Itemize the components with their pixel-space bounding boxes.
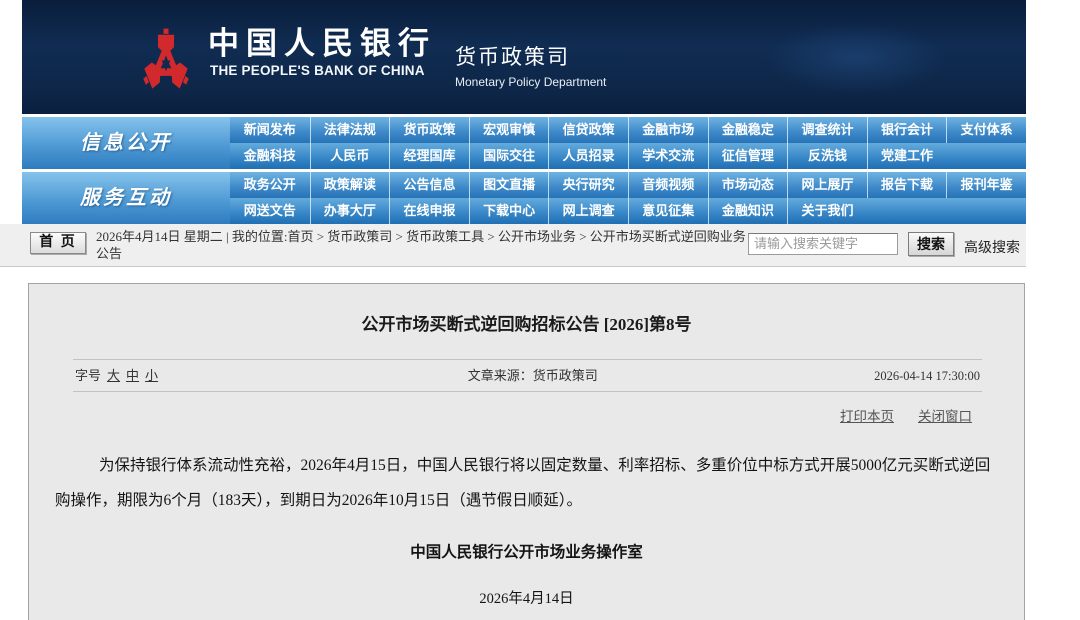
- search-button[interactable]: 搜索: [908, 232, 954, 256]
- article-source: 文章来源：货币政策司: [468, 360, 598, 392]
- nav-row: 网送文告办事大厅在线申报下载中心网上调查意见征集金融知识关于我们: [230, 198, 1026, 224]
- pboc-logo-icon: [140, 25, 192, 103]
- nav-item[interactable]: 学术交流: [628, 143, 708, 169]
- nav-item[interactable]: 在线申报: [389, 198, 469, 224]
- department-name-en: Monetary Policy Department: [455, 75, 606, 89]
- nav-row: 金融科技人民币经理国库国际交往人员招录学术交流征信管理反洗钱党建工作: [230, 143, 1026, 169]
- article-datetime: 2026-04-14 17:30:00: [874, 360, 980, 392]
- nav-section-information-label[interactable]: 信息公开: [22, 117, 230, 169]
- bank-name-cn: 中国人民银行: [208, 28, 436, 59]
- nav-item[interactable]: 央行研究: [548, 172, 628, 198]
- nav-item[interactable]: 人民币: [310, 143, 390, 169]
- nav-item[interactable]: 报告下载: [867, 172, 947, 198]
- nav-rows: 新闻发布法律法规货币政策宏观审慎信贷政策金融市场金融稳定调查统计银行会计支付体系…: [230, 117, 1026, 169]
- home-button[interactable]: 首 页: [30, 232, 86, 254]
- font-size-label: 字号: [75, 368, 101, 383]
- font-size-link[interactable]: 小: [145, 368, 158, 383]
- nav-item[interactable]: 银行会计: [867, 117, 947, 143]
- nav-item[interactable]: 经理国库: [389, 143, 469, 169]
- nav-item[interactable]: 图文直播: [469, 172, 549, 198]
- site-header: 中国人民银行 THE PEOPLE'S BANK OF CHINA 货币政策司 …: [22, 0, 1026, 114]
- article-panel: 公开市场买断式逆回购招标公告 [2026]第8号 字号大中小 文章来源：货币政策…: [28, 283, 1025, 620]
- search-input[interactable]: [748, 233, 898, 255]
- nav-item[interactable]: 网上调查: [548, 198, 628, 224]
- bank-name-en: THE PEOPLE'S BANK OF CHINA: [210, 63, 425, 78]
- article-tools: 打印本页 关闭窗口: [29, 405, 972, 426]
- nav-band-services: 服务互动 政务公开政策解读公告信息图文直播央行研究音频视频市场动态网上展厅报告下…: [22, 172, 1026, 224]
- nav-rows: 政务公开政策解读公告信息图文直播央行研究音频视频市场动态网上展厅报告下载报刊年鉴…: [230, 172, 1026, 224]
- nav-item[interactable]: 报刊年鉴: [946, 172, 1026, 198]
- nav-item[interactable]: 国际交往: [469, 143, 549, 169]
- department-name-cn: 货币政策司: [455, 41, 606, 71]
- font-size-controls: 字号大中小: [75, 360, 158, 392]
- nav-item[interactable]: 关于我们: [787, 198, 867, 224]
- nav-item[interactable]: 金融知识: [708, 198, 788, 224]
- nav-band-information: 信息公开 新闻发布法律法规货币政策宏观审慎信贷政策金融市场金融稳定调查统计银行会…: [22, 117, 1026, 169]
- nav-item[interactable]: 信贷政策: [548, 117, 628, 143]
- nav-item[interactable]: 货币政策: [389, 117, 469, 143]
- article-title: 公开市场买断式逆回购招标公告 [2026]第8号: [29, 310, 1024, 335]
- article-date: 2026年4月14日: [29, 587, 1024, 608]
- nav-item[interactable]: 反洗钱: [787, 143, 867, 169]
- nav-row: 政务公开政策解读公告信息图文直播央行研究音频视频市场动态网上展厅报告下载报刊年鉴: [230, 172, 1026, 198]
- department-title: 货币政策司 Monetary Policy Department: [455, 41, 606, 89]
- breadcrumb: 2026年4月14日 星期二 | 我的位置:首页 > 货币政策司 > 货币政策工…: [96, 228, 748, 262]
- nav-item[interactable]: 人员招录: [548, 143, 628, 169]
- nav-item[interactable]: 新闻发布: [230, 117, 310, 143]
- nav-item[interactable]: 法律法规: [310, 117, 390, 143]
- nav-item[interactable]: 政务公开: [230, 172, 310, 198]
- page: 中国人民银行 THE PEOPLE'S BANK OF CHINA 货币政策司 …: [0, 0, 1080, 620]
- nav-item[interactable]: 宏观审慎: [469, 117, 549, 143]
- nav-item[interactable]: 音频视频: [628, 172, 708, 198]
- nav-item[interactable]: 金融稳定: [708, 117, 788, 143]
- close-window-link[interactable]: 关闭窗口: [918, 409, 972, 424]
- nav-item[interactable]: 调查统计: [787, 117, 867, 143]
- nav-item[interactable]: 支付体系: [946, 117, 1026, 143]
- nav-item[interactable]: 网送文告: [230, 198, 310, 224]
- font-size-link[interactable]: 中: [126, 368, 139, 383]
- article-body: 为保持银行体系流动性充裕，2026年4月15日，中国人民银行将以固定数量、利率招…: [55, 448, 994, 518]
- font-size-links: 大中小: [101, 368, 158, 383]
- nav-item[interactable]: 公告信息: [389, 172, 469, 198]
- nav-item[interactable]: 金融科技: [230, 143, 310, 169]
- font-size-link[interactable]: 大: [107, 368, 120, 383]
- nav-item[interactable]: 金融市场: [628, 117, 708, 143]
- nav-item[interactable]: 办事大厅: [310, 198, 390, 224]
- nav-item[interactable]: 征信管理: [708, 143, 788, 169]
- nav-item[interactable]: 政策解读: [310, 172, 390, 198]
- article-signature: 中国人民银行公开市场业务操作室: [29, 540, 1024, 562]
- nav-item[interactable]: 市场动态: [708, 172, 788, 198]
- article-meta-row: 字号大中小 文章来源：货币政策司 2026-04-14 17:30:00: [73, 359, 982, 392]
- nav-item[interactable]: 党建工作: [867, 143, 947, 169]
- nav-item[interactable]: 下载中心: [469, 198, 549, 224]
- advanced-search-link[interactable]: 高级搜索: [964, 237, 1020, 257]
- nav-row: 新闻发布法律法规货币政策宏观审慎信贷政策金融市场金融稳定调查统计银行会计支付体系: [230, 117, 1026, 143]
- print-page-link[interactable]: 打印本页: [840, 409, 894, 424]
- nav-item[interactable]: 网上展厅: [787, 172, 867, 198]
- nav-item[interactable]: 意见征集: [628, 198, 708, 224]
- nav-section-services-label[interactable]: 服务互动: [22, 172, 230, 224]
- breadcrumb-bar: 首 页 2026年4月14日 星期二 | 我的位置:首页 > 货币政策司 > 货…: [0, 224, 1026, 267]
